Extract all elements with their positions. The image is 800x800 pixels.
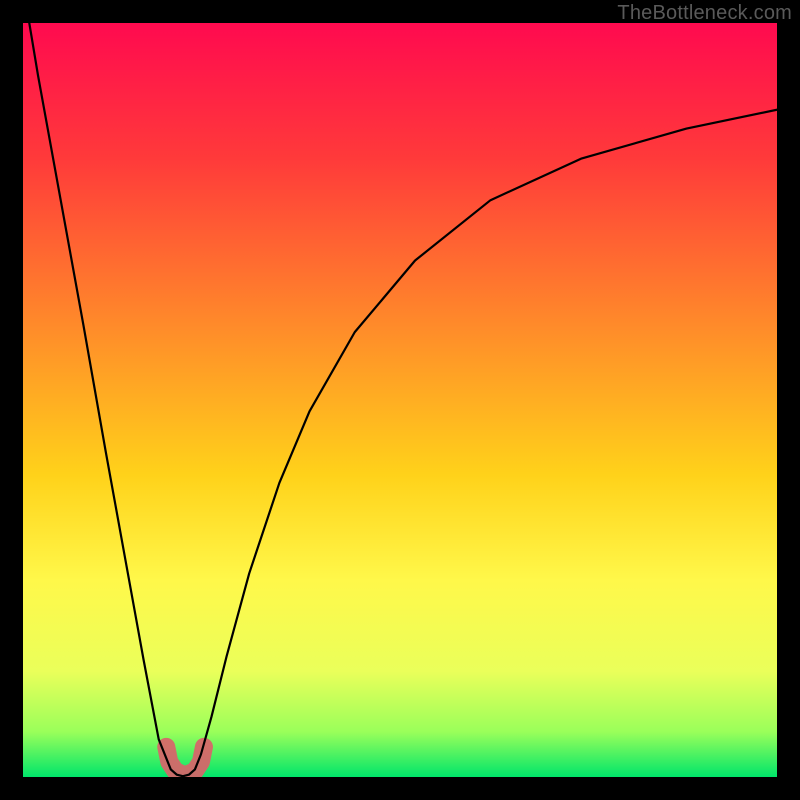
chart-frame: TheBottleneck.com — [0, 0, 800, 800]
bottleneck-chart — [23, 23, 777, 777]
watermark-label: TheBottleneck.com — [617, 2, 792, 25]
